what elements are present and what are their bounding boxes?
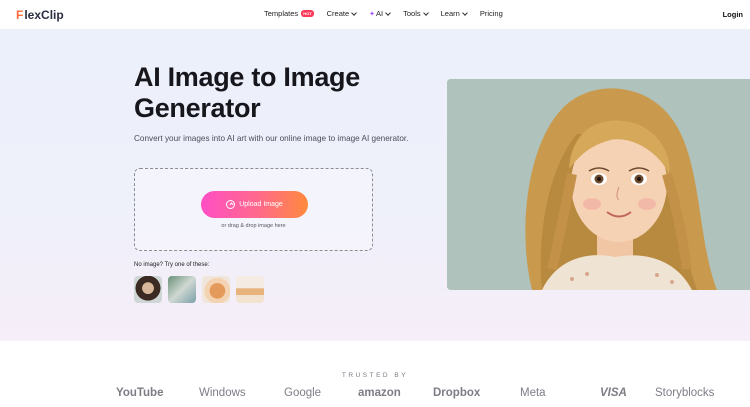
samples-label: No image? Try one of these: xyxy=(134,262,210,268)
nav-item-create[interactable]: Create xyxy=(327,9,357,18)
main-menu: Templates HOT Create ✦ AI Tools Learn Pr… xyxy=(264,9,516,18)
nav-label-templates: Templates xyxy=(264,9,299,18)
nav-label-create: Create xyxy=(326,9,350,18)
sample-thumbnail-portrait[interactable] xyxy=(134,276,162,303)
sample-thumbnail-landscape[interactable] xyxy=(168,276,196,303)
meta-logo: Meta xyxy=(520,387,546,399)
brand-logos: YouTube Windows Google amazon Dropbox Me… xyxy=(0,387,750,407)
upload-button-label: Upload Image xyxy=(239,201,283,208)
nav-item-ai[interactable]: ✦ AI xyxy=(369,9,391,18)
google-logo: Google xyxy=(284,387,322,399)
dropbox-logo: Dropbox xyxy=(433,387,481,399)
cartoon-girl-illustration xyxy=(447,79,750,290)
upload-icon xyxy=(226,200,236,209)
upload-image-button[interactable]: Upload Image xyxy=(201,191,308,218)
nav-label-learn: Learn xyxy=(440,9,460,18)
flexclip-logo[interactable]: F lexClip xyxy=(16,8,64,22)
hot-badge: HOT xyxy=(301,10,314,17)
nav-label-pricing: Pricing xyxy=(479,9,503,18)
login-link[interactable]: Login xyxy=(723,10,743,19)
logo-text: lexClip xyxy=(24,8,64,22)
chevron-down-icon xyxy=(385,9,391,16)
sample-thumbnails xyxy=(134,276,264,303)
sparkle-icon: ✦ xyxy=(369,10,376,18)
chevron-down-icon xyxy=(351,9,357,16)
windows-logo: Windows xyxy=(199,387,246,399)
nav-item-learn[interactable]: Learn xyxy=(440,9,468,18)
nav-item-templates[interactable]: Templates HOT xyxy=(264,9,314,18)
chevron-down-icon xyxy=(461,9,468,16)
nav-label-tools: Tools xyxy=(403,9,421,18)
sample-thumbnail-cat[interactable] xyxy=(202,276,230,303)
nav-label-ai: AI xyxy=(376,9,384,18)
youtube-logo: YouTube xyxy=(116,387,164,399)
chevron-down-icon xyxy=(422,9,429,16)
logo-mark: F xyxy=(16,8,24,22)
top-navbar: F lexClip Templates HOT Create ✦ AI Tool… xyxy=(0,0,750,30)
nav-item-pricing[interactable]: Pricing xyxy=(480,9,503,18)
storyblocks-logo: Storyblocks xyxy=(655,387,715,399)
hero-example-image xyxy=(447,79,750,290)
page-title: AI Image to Image Generator xyxy=(134,62,360,123)
page-subtitle: Convert your images into AI art with our… xyxy=(134,134,409,143)
visa-logo: VISA xyxy=(600,387,627,399)
nav-item-tools[interactable]: Tools xyxy=(403,9,429,18)
drag-drop-hint: or drag & drop image here xyxy=(221,223,286,229)
sample-thumbnail-food[interactable] xyxy=(236,276,264,303)
trusted-by-label: TRUSTED BY xyxy=(341,372,409,379)
amazon-logo: amazon xyxy=(358,387,401,399)
